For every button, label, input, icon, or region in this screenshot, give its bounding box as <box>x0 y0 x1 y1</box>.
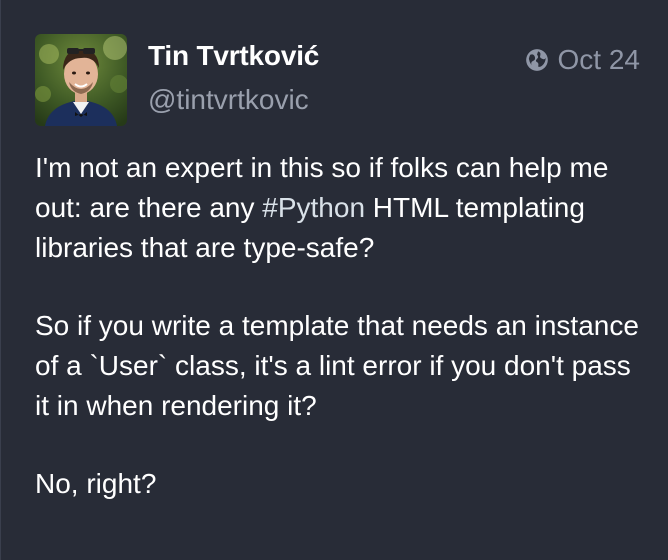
globe-icon <box>524 47 550 73</box>
author-handle[interactable]: @tintvrtkovic <box>148 84 309 116</box>
paragraph-3: No, right? <box>35 468 157 499</box>
hashtag-python-link[interactable]: #Python <box>262 192 365 223</box>
paragraph-2: So if you write a template that needs an… <box>35 310 639 421</box>
avatar-image <box>35 34 127 126</box>
author-display-name[interactable]: Tin Tvrtković <box>148 40 319 72</box>
post-date-link[interactable]: Oct 24 <box>558 44 640 76</box>
avatar[interactable] <box>35 34 127 126</box>
status-post: Tin Tvrtković @tintvrtkovic Oct 24 I'm n… <box>0 0 668 560</box>
paragraph-1: I'm not an expert in this so if folks ca… <box>35 148 645 268</box>
post-content: I'm not an expert in this so if folks ca… <box>35 148 645 542</box>
post-meta: Oct 24 <box>524 44 640 76</box>
